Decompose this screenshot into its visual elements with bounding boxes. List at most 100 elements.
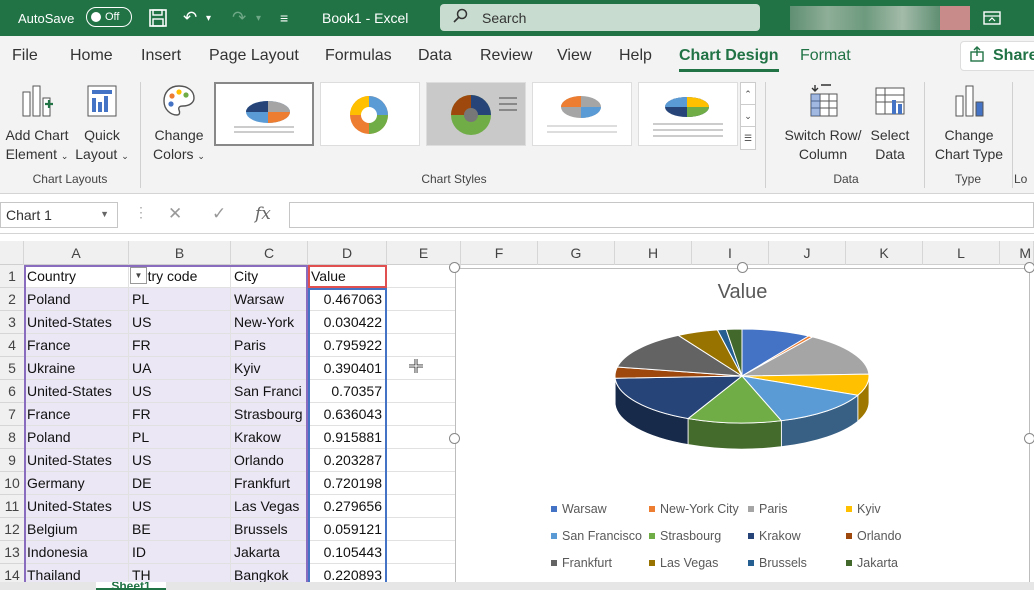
chart-resize-handle[interactable] xyxy=(449,433,460,444)
legend-entry[interactable]: Orlando xyxy=(846,529,901,543)
row-header[interactable]: 5 xyxy=(0,357,24,380)
data-cell[interactable]: 0.059121 xyxy=(308,518,387,541)
data-cell[interactable]: 0.70357 xyxy=(308,380,387,403)
user-account-area[interactable] xyxy=(790,6,940,30)
row-header[interactable]: 12 xyxy=(0,518,24,541)
data-cell[interactable]: Brussels xyxy=(231,518,308,541)
data-cell[interactable] xyxy=(387,541,461,564)
row-header[interactable]: 1 xyxy=(0,265,24,288)
data-cell[interactable]: Poland xyxy=(24,426,129,449)
data-cell[interactable]: 0.915881 xyxy=(308,426,387,449)
header-cell[interactable]: City xyxy=(231,265,308,288)
legend-entry[interactable]: Frankfurt xyxy=(551,556,612,570)
data-cell[interactable]: United-States xyxy=(24,311,129,334)
legend-entry[interactable]: San Francisco xyxy=(551,529,642,543)
data-cell[interactable]: 0.636043 xyxy=(308,403,387,426)
row-header[interactable]: 3 xyxy=(0,311,24,334)
data-cell[interactable]: US xyxy=(129,380,231,403)
data-cell[interactable]: Jakarta xyxy=(231,541,308,564)
tab-formulas[interactable]: Formulas xyxy=(325,47,392,65)
data-cell[interactable]: PL xyxy=(129,426,231,449)
data-cell[interactable]: San Franci xyxy=(231,380,308,403)
header-cell[interactable]: Value xyxy=(308,265,387,288)
gallery-down-icon[interactable]: ⌄ xyxy=(741,105,755,127)
gallery-more-icon[interactable]: ☰ xyxy=(741,127,755,149)
chart-title[interactable]: Value xyxy=(456,281,1029,304)
data-cell[interactable]: Germany xyxy=(24,472,129,495)
data-cell[interactable]: 0.795922 xyxy=(308,334,387,357)
column-header-e[interactable]: E xyxy=(387,241,461,265)
data-cell[interactable]: Strasbourg xyxy=(231,403,308,426)
data-cell[interactable]: PL xyxy=(129,288,231,311)
data-cell[interactable]: DE xyxy=(129,472,231,495)
data-cell[interactable]: Ukraine xyxy=(24,357,129,380)
data-cell[interactable] xyxy=(387,472,461,495)
row-header[interactable]: 11 xyxy=(0,495,24,518)
data-cell[interactable]: Las Vegas xyxy=(231,495,308,518)
data-cell[interactable] xyxy=(387,495,461,518)
tab-insert[interactable]: Insert xyxy=(141,47,181,65)
tab-help[interactable]: Help xyxy=(619,47,652,65)
legend-entry[interactable]: Krakow xyxy=(748,529,801,543)
data-cell[interactable]: United-States xyxy=(24,449,129,472)
search-box[interactable]: Search xyxy=(440,4,760,31)
data-cell[interactable]: ID xyxy=(129,541,231,564)
column-header-k[interactable]: K xyxy=(846,241,923,265)
data-cell[interactable]: 0.105443 xyxy=(308,541,387,564)
cancel-icon[interactable]: ✕ xyxy=(168,204,182,224)
tab-file[interactable]: File xyxy=(12,47,38,65)
row-header[interactable]: 4 xyxy=(0,334,24,357)
data-cell[interactable]: FR xyxy=(129,403,231,426)
column-header-i[interactable]: I xyxy=(692,241,769,265)
data-cell[interactable] xyxy=(387,449,461,472)
legend-entry[interactable]: Strasbourg xyxy=(649,529,721,543)
change-colors-button[interactable]: Change Colors ⌄ xyxy=(148,82,210,166)
data-cell[interactable]: United-States xyxy=(24,495,129,518)
chart-resize-handle[interactable] xyxy=(737,262,748,273)
insert-function-icon[interactable]: fx xyxy=(255,204,271,224)
column-header-j[interactable]: J xyxy=(769,241,846,265)
pie-chart[interactable]: Value Warsaw New-York City Paris Kyiv San Fr… xyxy=(455,268,1030,590)
legend-entry[interactable]: Paris xyxy=(748,502,787,516)
data-cell[interactable]: 0.720198 xyxy=(308,472,387,495)
data-cell[interactable]: Poland xyxy=(24,288,129,311)
data-cell[interactable]: US xyxy=(129,449,231,472)
data-cell[interactable]: UA xyxy=(129,357,231,380)
data-cell[interactable]: Orlando xyxy=(231,449,308,472)
column-header-g[interactable]: G xyxy=(538,241,615,265)
data-cell[interactable] xyxy=(387,403,461,426)
legend-entry[interactable]: New-York City xyxy=(649,502,739,516)
data-cell[interactable] xyxy=(387,311,461,334)
row-header[interactable]: 10 xyxy=(0,472,24,495)
legend-entry[interactable]: Brussels xyxy=(748,556,807,570)
data-cell[interactable]: BE xyxy=(129,518,231,541)
data-cell[interactable]: Warsaw xyxy=(231,288,308,311)
data-cell[interactable]: Belgium xyxy=(24,518,129,541)
tab-page-layout[interactable]: Page Layout xyxy=(209,47,299,65)
chart-resize-handle[interactable] xyxy=(1024,262,1034,273)
data-cell[interactable] xyxy=(387,380,461,403)
data-cell[interactable]: 0.030422 xyxy=(308,311,387,334)
legend-entry[interactable]: Jakarta xyxy=(846,556,898,570)
chart-style-5[interactable] xyxy=(638,82,738,146)
data-cell[interactable]: 0.390401 xyxy=(308,357,387,380)
data-cell[interactable]: Frankfurt xyxy=(231,472,308,495)
sheet-tab-sheet1[interactable]: Sheet1 xyxy=(96,582,166,590)
column-header-h[interactable]: H xyxy=(615,241,692,265)
tab-data[interactable]: Data xyxy=(418,47,452,65)
chart-resize-handle[interactable] xyxy=(1024,433,1034,444)
switch-row-column-button[interactable]: Switch Row/ Column xyxy=(778,82,868,164)
data-cell[interactable]: Indonesia xyxy=(24,541,129,564)
redo-dropdown-icon[interactable]: ▾ xyxy=(256,0,261,36)
tab-view[interactable]: View xyxy=(557,47,591,65)
quick-layout-button[interactable]: Quick Layout ⌄ xyxy=(72,82,132,166)
row-header[interactable]: 13 xyxy=(0,541,24,564)
formula-input[interactable] xyxy=(289,202,1034,228)
select-all-corner[interactable] xyxy=(0,241,24,265)
account-avatar[interactable] xyxy=(940,6,970,30)
chart-style-2[interactable] xyxy=(320,82,420,146)
autosave-toggle[interactable]: Off xyxy=(86,7,132,27)
column-header-b[interactable]: B xyxy=(129,241,231,265)
tab-format[interactable]: Format xyxy=(800,47,851,65)
column-header-d[interactable]: D xyxy=(308,241,387,265)
